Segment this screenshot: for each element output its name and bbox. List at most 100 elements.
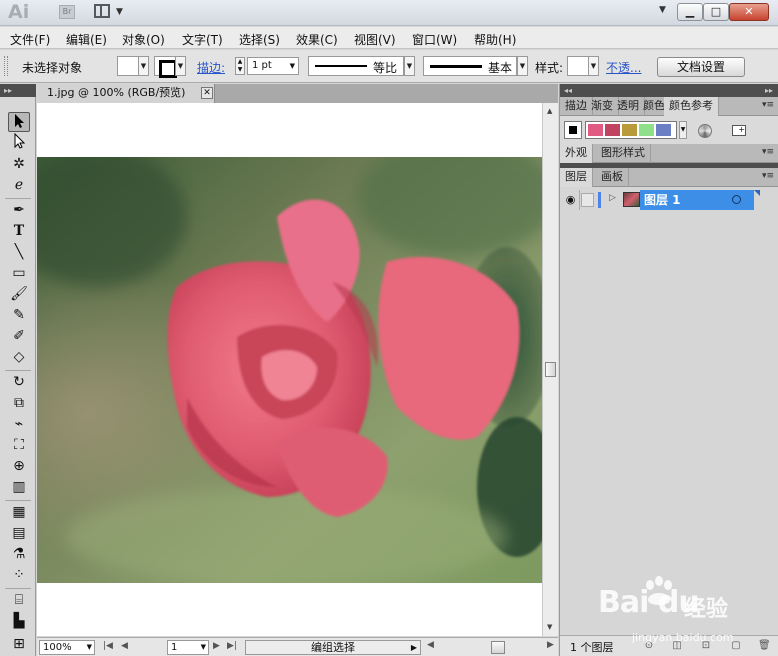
scroll-up-icon[interactable]: ▲ bbox=[547, 107, 552, 115]
stroke-panel-link[interactable]: 描边: bbox=[197, 59, 225, 76]
line-tool[interactable]: ╲ bbox=[8, 242, 30, 262]
free-transform-tool[interactable]: ⛶ bbox=[8, 435, 30, 455]
close-button[interactable]: ✕ bbox=[729, 3, 769, 21]
rectangle-tool[interactable]: ▭ bbox=[8, 263, 30, 283]
lasso-tool[interactable]: ℯ bbox=[8, 175, 30, 195]
stroke-dropdown-icon[interactable]: ▼ bbox=[175, 56, 186, 76]
stroke-weight-field[interactable]: 1 pt ▼ bbox=[247, 57, 299, 75]
harmony-rule-strip[interactable] bbox=[585, 121, 677, 139]
blend-tool[interactable]: ⁘ bbox=[8, 565, 30, 585]
tab-color-guide[interactable]: 颜色参考 bbox=[664, 97, 719, 116]
eraser-tool[interactable]: ◇ bbox=[8, 347, 30, 367]
type-tool[interactable]: T bbox=[8, 221, 30, 241]
style-dropdown-icon[interactable]: ▼ bbox=[588, 56, 599, 76]
scroll-down-icon[interactable]: ▼ bbox=[547, 623, 552, 631]
document-setup-button[interactable]: 文档设置 bbox=[657, 57, 745, 77]
color-wheel-icon[interactable] bbox=[698, 124, 712, 138]
target-circle-icon[interactable] bbox=[732, 195, 741, 204]
paintbrush-tool[interactable]: 🖌︎ bbox=[8, 284, 30, 304]
width-tool[interactable]: ⌁ bbox=[8, 414, 30, 434]
brush-dropdown-icon[interactable]: ▼ bbox=[517, 56, 528, 76]
pen-tool[interactable]: ✒ bbox=[8, 200, 30, 220]
menu-help[interactable]: 帮助(H) bbox=[474, 31, 516, 48]
artboard-tool[interactable]: ⊞ bbox=[8, 634, 30, 654]
scale-tool[interactable]: ⧉ bbox=[8, 393, 30, 413]
menu-file[interactable]: 文件(F) bbox=[10, 31, 50, 48]
bridge-button[interactable]: Br bbox=[59, 5, 75, 19]
harmony-chip[interactable] bbox=[639, 124, 654, 136]
artboard-canvas[interactable] bbox=[37, 103, 542, 636]
close-tab-icon[interactable]: ✕ bbox=[201, 87, 213, 99]
menu-type[interactable]: 文字(T) bbox=[182, 31, 223, 48]
panel-menu-icon[interactable]: ▾≡ bbox=[762, 100, 774, 110]
menu-window[interactable]: 窗口(W) bbox=[412, 31, 457, 48]
stroke-weight-spinner[interactable]: ▲ ▼ bbox=[235, 57, 245, 75]
workspace-switcher-icon[interactable]: ▼ bbox=[659, 5, 666, 15]
direct-selection-tool[interactable] bbox=[8, 132, 30, 153]
menu-edit[interactable]: 编辑(E) bbox=[66, 31, 107, 48]
first-artboard-icon[interactable]: |◀ bbox=[103, 641, 113, 651]
blob-brush-tool[interactable]: ✐ bbox=[8, 326, 30, 346]
arrange-documents-button[interactable]: ▼ bbox=[94, 4, 126, 20]
graphic-style-swatch[interactable] bbox=[567, 56, 589, 76]
magic-wand-tool[interactable]: ✲ bbox=[8, 154, 30, 174]
menu-object[interactable]: 对象(O) bbox=[122, 31, 165, 48]
control-bar-grip[interactable] bbox=[4, 56, 8, 76]
profile-dropdown-icon[interactable]: ▼ bbox=[404, 56, 415, 76]
menu-select[interactable]: 选择(S) bbox=[239, 31, 280, 48]
harmony-chip[interactable] bbox=[605, 124, 620, 136]
variable-width-profile[interactable]: 等比 bbox=[308, 56, 404, 76]
scroll-right-icon[interactable]: ▶ bbox=[547, 640, 554, 650]
eyedropper-tool[interactable]: ⚗ bbox=[8, 544, 30, 564]
maximize-button[interactable]: □ bbox=[703, 3, 729, 21]
next-artboard-icon[interactable]: ▶ bbox=[213, 641, 220, 651]
visibility-eye-icon[interactable]: ◉ bbox=[562, 190, 580, 210]
lock-toggle[interactable] bbox=[581, 193, 594, 207]
panel-menu-icon[interactable]: ▾≡ bbox=[762, 147, 774, 157]
panel-menu-icon[interactable]: ▾≡ bbox=[762, 171, 774, 181]
base-color-swatch[interactable] bbox=[564, 121, 582, 139]
opacity-link[interactable]: 不透... bbox=[606, 59, 641, 76]
tab-artboards[interactable]: 画板 bbox=[596, 168, 629, 187]
harmony-dropdown-icon[interactable]: ▼ bbox=[679, 121, 687, 139]
menu-view[interactable]: 视图(V) bbox=[354, 31, 396, 48]
harmony-chip[interactable] bbox=[622, 124, 637, 136]
pencil-tool[interactable]: ✎ bbox=[8, 305, 30, 325]
vertical-scrollbar[interactable]: ▲ ▼ bbox=[542, 103, 558, 636]
save-color-group-icon[interactable]: + bbox=[732, 125, 746, 136]
gradient-tool[interactable]: ▤ bbox=[8, 523, 30, 543]
graph-tool[interactable]: ▥ bbox=[8, 477, 30, 497]
selection-tool[interactable] bbox=[8, 112, 30, 132]
placed-image[interactable] bbox=[37, 157, 542, 583]
previous-artboard-icon[interactable]: ◀ bbox=[121, 641, 128, 651]
horizontal-scroll-thumb[interactable] bbox=[491, 641, 505, 654]
menu-effect[interactable]: 效果(C) bbox=[296, 31, 338, 48]
tab-layers[interactable]: 图层 bbox=[560, 168, 593, 187]
mesh-tool[interactable]: ▦ bbox=[8, 502, 30, 522]
vertical-scroll-thumb[interactable] bbox=[545, 362, 556, 377]
brush-definition[interactable]: 基本 bbox=[423, 56, 517, 76]
zoom-level-field[interactable]: 100% ▼ bbox=[39, 640, 95, 655]
symbol-sprayer-tool[interactable]: ⌸ bbox=[8, 590, 30, 610]
column-graph-tool[interactable]: ▙ bbox=[8, 611, 30, 631]
scroll-left-icon[interactable]: ◀ bbox=[427, 640, 434, 650]
shape-builder-tool[interactable]: ⊕ bbox=[8, 456, 30, 476]
panel-dock-header[interactable]: ◂◂ ▸▸ bbox=[560, 84, 778, 97]
layer-row[interactable]: ◉ ▷ 图层 1 bbox=[562, 190, 777, 210]
tab-graphic-styles[interactable]: 图形样式 bbox=[596, 144, 651, 163]
status-info-field[interactable]: 编组选择 ▶ bbox=[245, 640, 421, 655]
fill-dropdown-icon[interactable]: ▼ bbox=[138, 56, 149, 76]
last-artboard-icon[interactable]: ▶| bbox=[227, 641, 237, 651]
stroke-swatch[interactable] bbox=[154, 56, 177, 78]
tab-appearance[interactable]: 外观 bbox=[560, 144, 593, 163]
expand-triangle-icon[interactable]: ▷ bbox=[609, 193, 616, 203]
harmony-chip[interactable] bbox=[588, 124, 603, 136]
harmony-chip[interactable] bbox=[656, 124, 671, 136]
minimize-button[interactable]: ▁ bbox=[677, 3, 703, 21]
rotate-tool[interactable]: ↻ bbox=[8, 372, 30, 392]
document-tab[interactable]: 1.jpg @ 100% (RGB/预览) ✕ bbox=[37, 84, 215, 103]
fill-swatch[interactable] bbox=[117, 56, 139, 76]
horizontal-scrollbar[interactable]: ◀ ▶ bbox=[425, 640, 558, 655]
artboard-number-field[interactable]: 1 ▼ bbox=[167, 640, 209, 655]
toolbox-header[interactable]: ▸▸ bbox=[0, 84, 36, 97]
